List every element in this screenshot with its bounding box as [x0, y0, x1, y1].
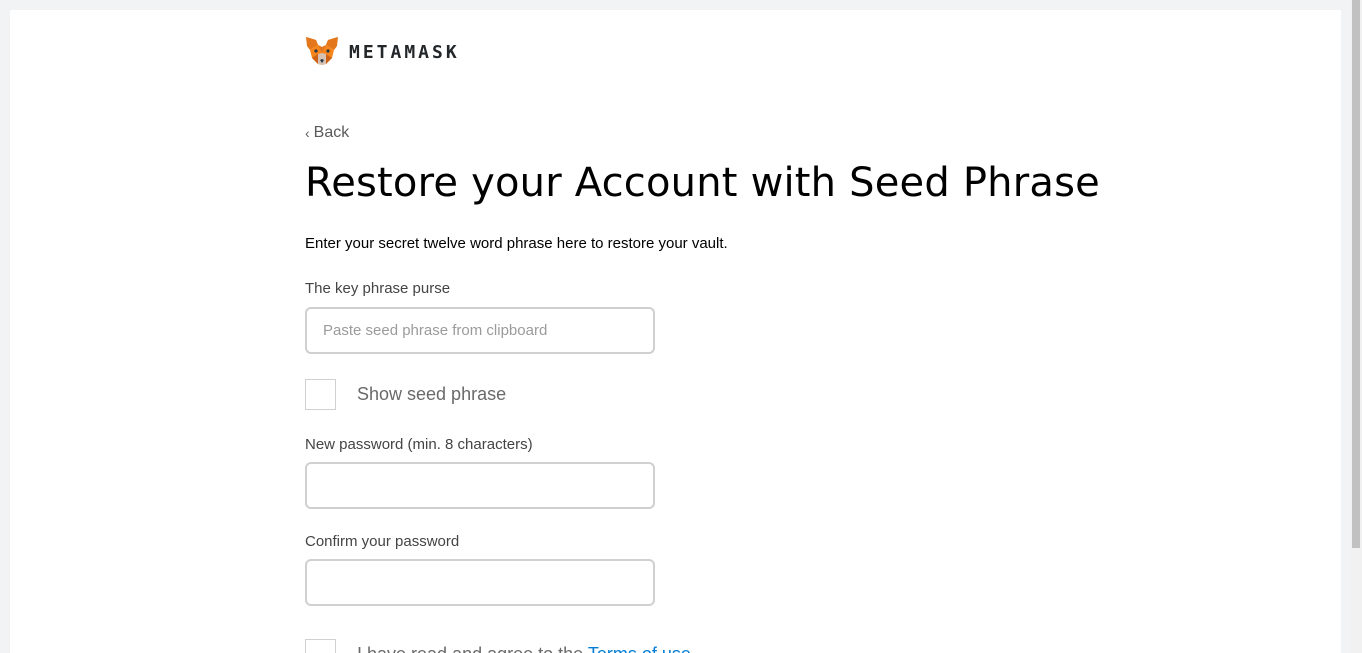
show-seed-label: Show seed phrase	[357, 384, 507, 404]
back-label: Back	[313, 124, 350, 141]
terms-prefix: I have read and agree to the	[357, 644, 588, 653]
seed-phrase-field[interactable]	[305, 307, 655, 354]
fox-icon	[305, 36, 339, 68]
terms-link[interactable]: Terms of use	[588, 644, 691, 653]
new-password-label: New password (min. 8 characters)	[305, 436, 533, 453]
scrollbar[interactable]	[1350, 0, 1362, 653]
new-password-input[interactable]	[307, 464, 653, 507]
chevron-left-icon: ‹	[305, 125, 310, 141]
terms-text: I have read and agree to the Terms of us…	[357, 644, 691, 653]
brand-wordmark: METAMASK	[349, 41, 460, 63]
back-link[interactable]: ‹ Back	[305, 124, 349, 142]
scrollbar-thumb[interactable]	[1352, 0, 1360, 548]
confirm-password-label: Confirm your password	[305, 533, 460, 550]
show-seed-checkbox[interactable]	[305, 379, 336, 410]
page-title: Restore your Account with Seed Phrase	[305, 160, 1100, 206]
seed-phrase-input[interactable]	[307, 309, 653, 352]
show-seed-row[interactable]: Show seed phrase	[305, 379, 506, 410]
terms-checkbox[interactable]	[305, 639, 336, 653]
new-password-field[interactable]	[305, 462, 655, 509]
brand[interactable]: METAMASK	[305, 36, 460, 68]
confirm-password-input[interactable]	[307, 561, 653, 604]
seed-phrase-label: The key phrase purse	[305, 280, 451, 297]
terms-row[interactable]: I have read and agree to the Terms of us…	[305, 639, 691, 653]
confirm-password-field[interactable]	[305, 559, 655, 606]
page-subtitle: Enter your secret twelve word phrase her…	[305, 235, 728, 252]
app-frame: METAMASK ‹ Back Restore your Account wit…	[10, 10, 1341, 653]
